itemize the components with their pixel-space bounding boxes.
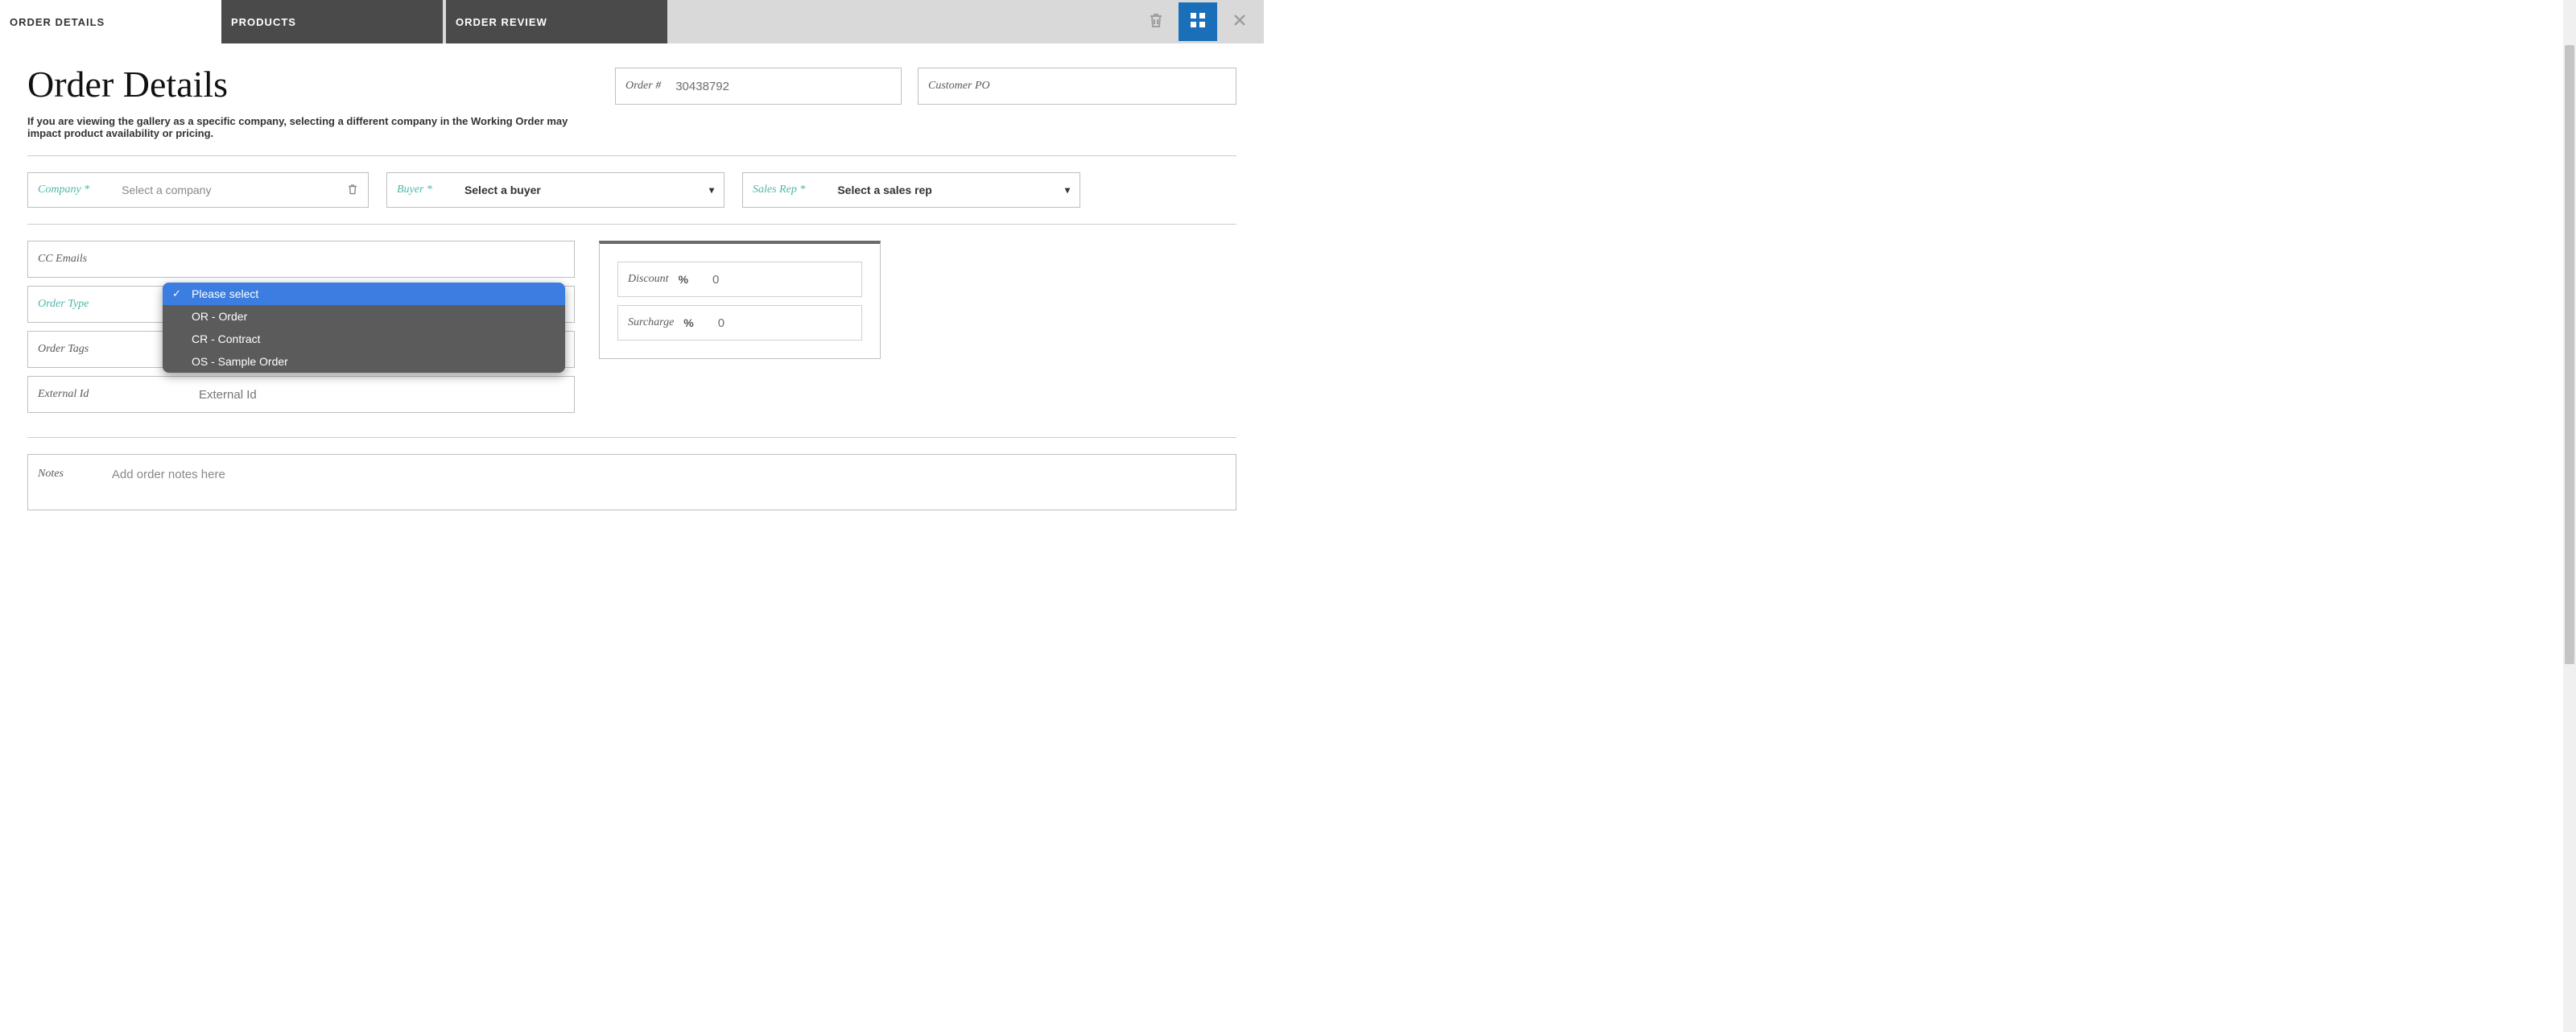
- surcharge-row[interactable]: Surcharge %: [617, 305, 862, 341]
- customer-po-input[interactable]: [1005, 80, 1226, 93]
- grid-icon: [1189, 11, 1207, 33]
- dropdown-option-label: OS - Sample Order: [192, 355, 288, 368]
- tab-label: ORDER REVIEW: [456, 16, 547, 28]
- tab-label: PRODUCTS: [231, 16, 296, 28]
- topbar-actions: [1137, 0, 1259, 43]
- discount-row[interactable]: Discount %: [617, 262, 862, 297]
- discount-label: Discount: [628, 273, 669, 286]
- order-number-input[interactable]: [675, 80, 891, 93]
- notes-textarea[interactable]: [112, 468, 1226, 497]
- tab-products[interactable]: PRODUCTS: [221, 0, 443, 43]
- dropdown-option-label: OR - Order: [192, 310, 247, 323]
- dropdown-option-label: Please select: [192, 287, 258, 300]
- cc-emails-input[interactable]: [199, 253, 564, 266]
- salesrep-selector[interactable]: Sales Rep * Select a sales rep ▾: [742, 172, 1080, 208]
- order-number-label: Order #: [625, 80, 661, 93]
- grid-view-button[interactable]: [1179, 2, 1217, 41]
- customer-po-label: Customer PO: [928, 80, 990, 93]
- surcharge-input[interactable]: [718, 316, 782, 330]
- buyer-label: Buyer *: [397, 184, 432, 196]
- dropdown-option-sample-order[interactable]: OS - Sample Order: [163, 350, 565, 373]
- close-button[interactable]: [1220, 2, 1259, 41]
- trash-icon[interactable]: [347, 183, 358, 198]
- order-tags-label: Order Tags: [38, 343, 167, 356]
- tab-label: ORDER DETAILS: [10, 16, 105, 28]
- tab-order-details[interactable]: ORDER DETAILS: [0, 0, 221, 43]
- dropdown-option-order[interactable]: OR - Order: [163, 305, 565, 328]
- salesrep-label: Sales Rep *: [753, 184, 805, 196]
- external-id-field[interactable]: External Id: [27, 376, 575, 413]
- salesrep-placeholder: Select a sales rep: [837, 184, 932, 196]
- order-type-label: Order Type: [38, 298, 167, 311]
- mid-grid: CC Emails Order Type Please select OR - …: [27, 241, 1236, 421]
- page-title: Order Details: [27, 63, 594, 105]
- scrollbar-thumb[interactable]: [2565, 45, 2574, 664]
- divider: [27, 437, 1236, 438]
- trash-icon: [1148, 11, 1164, 33]
- cc-emails-field[interactable]: CC Emails: [27, 241, 575, 278]
- order-number-field[interactable]: Order #: [615, 68, 902, 105]
- company-selector[interactable]: Company * Select a company: [27, 172, 369, 208]
- tab-bar: ORDER DETAILS PRODUCTS ORDER REVIEW: [0, 0, 1264, 43]
- buyer-selector[interactable]: Buyer * Select a buyer ▾: [386, 172, 724, 208]
- discount-unit: %: [679, 273, 688, 286]
- vertical-scrollbar[interactable]: [2563, 0, 2576, 1032]
- dropdown-option-please-select[interactable]: Please select: [163, 283, 565, 305]
- company-placeholder: Select a company: [122, 184, 211, 196]
- notes-label: Notes: [38, 468, 64, 497]
- external-id-label: External Id: [38, 388, 167, 401]
- company-label: Company *: [38, 184, 89, 196]
- delete-button[interactable]: [1137, 2, 1175, 41]
- main-content: Order Details If you are viewing the gal…: [0, 63, 1264, 526]
- discount-input[interactable]: [712, 273, 777, 287]
- divider: [27, 155, 1236, 156]
- dropdown-option-contract[interactable]: CR - Contract: [163, 328, 565, 350]
- surcharge-label: Surcharge: [628, 316, 674, 329]
- close-icon: [1232, 12, 1248, 32]
- notes-field[interactable]: Notes: [27, 454, 1236, 510]
- chevron-down-icon: ▾: [1065, 184, 1070, 196]
- surcharge-unit: %: [683, 316, 693, 329]
- customer-po-field[interactable]: Customer PO: [918, 68, 1236, 105]
- cc-emails-label: CC Emails: [38, 253, 167, 266]
- tab-order-review[interactable]: ORDER REVIEW: [446, 0, 667, 43]
- order-type-dropdown: Please select OR - Order CR - Contract O…: [163, 283, 565, 373]
- external-id-input[interactable]: [199, 388, 564, 402]
- selector-row: Company * Select a company Buyer * Selec…: [27, 172, 1236, 208]
- buyer-placeholder: Select a buyer: [464, 184, 541, 196]
- chevron-down-icon: ▾: [709, 184, 714, 196]
- header-row: Order Details If you are viewing the gal…: [27, 63, 1236, 139]
- page-subtitle: If you are viewing the gallery as a spec…: [27, 115, 594, 139]
- divider: [27, 224, 1236, 225]
- dropdown-option-label: CR - Contract: [192, 332, 261, 345]
- pricing-card: Discount % Surcharge %: [599, 241, 881, 359]
